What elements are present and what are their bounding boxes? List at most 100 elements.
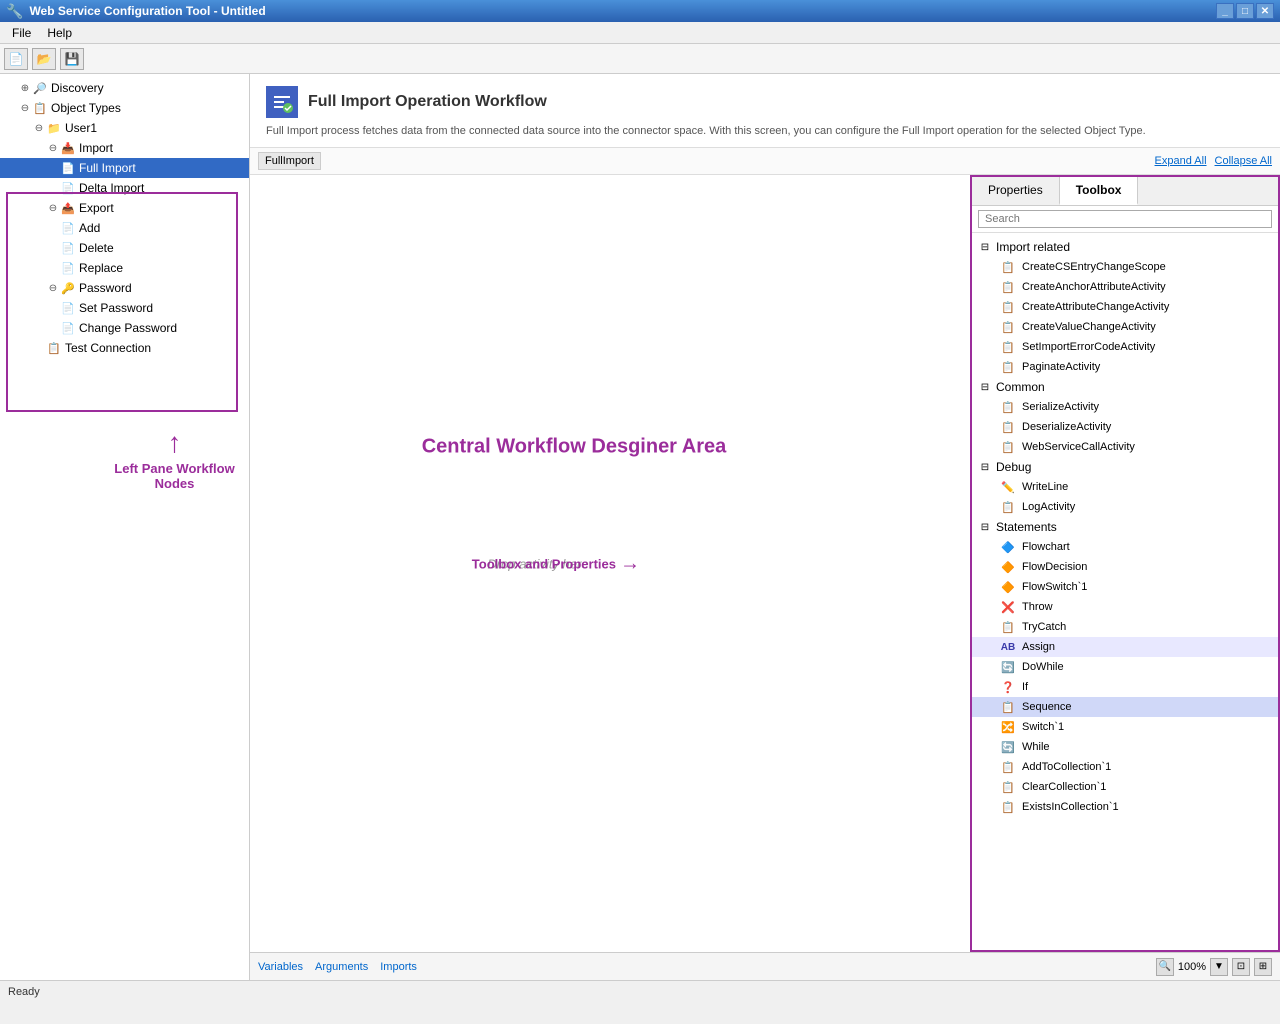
new-button[interactable]: 📄 <box>4 48 28 70</box>
zoom-search-button[interactable]: 🔍 <box>1156 958 1174 976</box>
tree-item-set-password[interactable]: 📄 Set Password <box>0 298 249 318</box>
toolbox-item-throw[interactable]: ❌ Throw <box>972 597 1278 617</box>
search-input[interactable] <box>978 210 1272 228</box>
restore-button[interactable]: □ <box>1236 3 1254 19</box>
tree-item-object-types[interactable]: ⊖ 📋 Object Types <box>0 98 249 118</box>
toolbox-item-deserialize[interactable]: 📋 DeserializeActivity <box>972 417 1278 437</box>
workflow-title: Full Import Operation Workflow <box>308 93 547 111</box>
collapse-all[interactable]: Collapse All <box>1215 155 1272 167</box>
toolbox-item-sequence[interactable]: 📋 Sequence <box>972 697 1278 717</box>
toolbox-item-createvalue[interactable]: 📋 CreateValueChangeActivity <box>972 317 1278 337</box>
expander-import[interactable]: ⊖ <box>46 141 60 155</box>
toolbox-item-addcollection[interactable]: 📋 AddToCollection`1 <box>972 757 1278 777</box>
toolbox-item-writeline[interactable]: ✏️ WriteLine <box>972 477 1278 497</box>
tab-properties[interactable]: Properties <box>972 177 1060 205</box>
group-common-label: Common <box>996 380 1045 394</box>
expander-object-types[interactable]: ⊖ <box>18 101 32 115</box>
tree-item-test-connection[interactable]: 📋 Test Connection <box>0 338 249 358</box>
expander-export[interactable]: ⊖ <box>46 201 60 215</box>
full-import-label: Full Import <box>79 161 136 175</box>
toolbox-item-existscollection[interactable]: 📋 ExistsInCollection`1 <box>972 797 1278 817</box>
toolbox-item-flowswitch[interactable]: 🔶 FlowSwitch`1 <box>972 577 1278 597</box>
annotation-text: Left Pane Workflow Nodes <box>100 461 249 491</box>
group-debug[interactable]: ⊟ Debug <box>972 457 1278 477</box>
tree-item-change-password[interactable]: 📄 Change Password <box>0 318 249 338</box>
left-pane-annotation: ↑ Left Pane Workflow Nodes <box>100 429 249 491</box>
discovery-label: Discovery <box>51 81 104 95</box>
flowchart-label: Flowchart <box>1022 541 1070 553</box>
toolbox-item-createcs[interactable]: 📋 CreateCSEntryChangeScope <box>972 257 1278 277</box>
group-import-related-label: Import related <box>996 240 1070 254</box>
flowdecision-label: FlowDecision <box>1022 561 1087 573</box>
zoom-fit-button[interactable]: ⊡ <box>1232 958 1250 976</box>
delete-label: Delete <box>79 241 114 255</box>
tree-item-replace[interactable]: 📄 Replace <box>0 258 249 278</box>
group-statements-label: Statements <box>996 520 1057 534</box>
toolbox-item-assign[interactable]: AB Assign <box>972 637 1278 657</box>
toolbox-item-serialize[interactable]: 📋 SerializeActivity <box>972 397 1278 417</box>
tree-item-full-import[interactable]: 📄 Full Import <box>0 158 249 178</box>
zoom-down-button[interactable]: ▼ <box>1210 958 1228 976</box>
minimize-button[interactable]: _ <box>1216 3 1234 19</box>
delta-import-icon: 📄 <box>60 180 76 196</box>
tab-variables[interactable]: Variables <box>258 961 303 973</box>
toolbox-item-flowchart[interactable]: 🔷 Flowchart <box>972 537 1278 557</box>
toolbox-item-setimport[interactable]: 📋 SetImportErrorCodeActivity <box>972 337 1278 357</box>
toolbox-item-trycatch[interactable]: 📋 TryCatch <box>972 617 1278 637</box>
tree-item-password[interactable]: ⊖ 🔑 Password <box>0 278 249 298</box>
group-statements[interactable]: ⊟ Statements <box>972 517 1278 537</box>
password-icon: 🔑 <box>60 280 76 296</box>
title-bar-controls[interactable]: _ □ ✕ <box>1216 3 1274 19</box>
tab-arguments[interactable]: Arguments <box>315 961 368 973</box>
toolbox-item-createanchor[interactable]: 📋 CreateAnchorAttributeActivity <box>972 277 1278 297</box>
assign-icon: AB <box>1000 639 1016 655</box>
menu-help[interactable]: Help <box>39 24 80 42</box>
zoom-full-button[interactable]: ⊞ <box>1254 958 1272 976</box>
trycatch-label: TryCatch <box>1022 621 1066 633</box>
expander-discovery[interactable]: ⊕ <box>18 81 32 95</box>
designer-split: Central Workflow Desginer Area Drop acti… <box>250 175 1280 952</box>
properties-panel: Properties Toolbox ⊟ Import <box>970 175 1280 952</box>
workflow-header: Full Import Operation Workflow Full Impo… <box>250 74 1280 148</box>
toolbox-item-paginate[interactable]: 📋 PaginateActivity <box>972 357 1278 377</box>
close-button[interactable]: ✕ <box>1256 3 1274 19</box>
canvas-area[interactable]: Central Workflow Desginer Area Drop acti… <box>250 175 970 952</box>
toolbox-item-clearcollection[interactable]: 📋 ClearCollection`1 <box>972 777 1278 797</box>
serialize-label: SerializeActivity <box>1022 401 1099 413</box>
while-icon: 🔄 <box>1000 739 1016 755</box>
flowdecision-icon: 🔶 <box>1000 559 1016 575</box>
toolbox-item-if[interactable]: ❓ If <box>972 677 1278 697</box>
expander-password[interactable]: ⊖ <box>46 281 60 295</box>
user1-icon: 📁 <box>46 120 62 136</box>
tree-item-user1[interactable]: ⊖ 📁 User1 <box>0 118 249 138</box>
tree-item-discovery[interactable]: ⊕ 🔎 Discovery <box>0 78 249 98</box>
tab-imports[interactable]: Imports <box>380 961 417 973</box>
tree-item-add[interactable]: 📄 Add <box>0 218 249 238</box>
tree-item-export[interactable]: ⊖ 📤 Export <box>0 198 249 218</box>
group-import-related[interactable]: ⊟ Import related <box>972 237 1278 257</box>
tree-item-delta-import[interactable]: 📄 Delta Import <box>0 178 249 198</box>
switch-icon: 🔀 <box>1000 719 1016 735</box>
toolbox-item-switch[interactable]: 🔀 Switch`1 <box>972 717 1278 737</box>
toolbox-item-webservice[interactable]: 📋 WebServiceCallActivity <box>972 437 1278 457</box>
expand-all[interactable]: Expand All <box>1155 155 1207 167</box>
breadcrumb-fullimport[interactable]: FullImport <box>258 152 321 170</box>
open-button[interactable]: 📂 <box>32 48 56 70</box>
object-types-label: Object Types <box>51 101 121 115</box>
save-button[interactable]: 💾 <box>60 48 84 70</box>
tree-item-import[interactable]: ⊖ 📥 Import <box>0 138 249 158</box>
expander-common: ⊟ <box>978 380 992 394</box>
menu-file[interactable]: File <box>4 24 39 42</box>
toolbox-item-createattr[interactable]: 📋 CreateAttributeChangeActivity <box>972 297 1278 317</box>
toolbox-item-flowdecision[interactable]: 🔶 FlowDecision <box>972 557 1278 577</box>
toolbox-item-while[interactable]: 🔄 While <box>972 737 1278 757</box>
expander-user1[interactable]: ⊖ <box>32 121 46 135</box>
group-common[interactable]: ⊟ Common <box>972 377 1278 397</box>
zoom-controls: 🔍 100% ▼ ⊡ ⊞ <box>1156 958 1272 976</box>
tab-toolbox[interactable]: Toolbox <box>1060 177 1139 205</box>
toolbox-item-dowhile[interactable]: 🔄 DoWhile <box>972 657 1278 677</box>
webservice-icon: 📋 <box>1000 439 1016 455</box>
createvalue-label: CreateValueChangeActivity <box>1022 321 1156 333</box>
tree-item-delete[interactable]: 📄 Delete <box>0 238 249 258</box>
toolbox-item-logactivity[interactable]: 📋 LogActivity <box>972 497 1278 517</box>
